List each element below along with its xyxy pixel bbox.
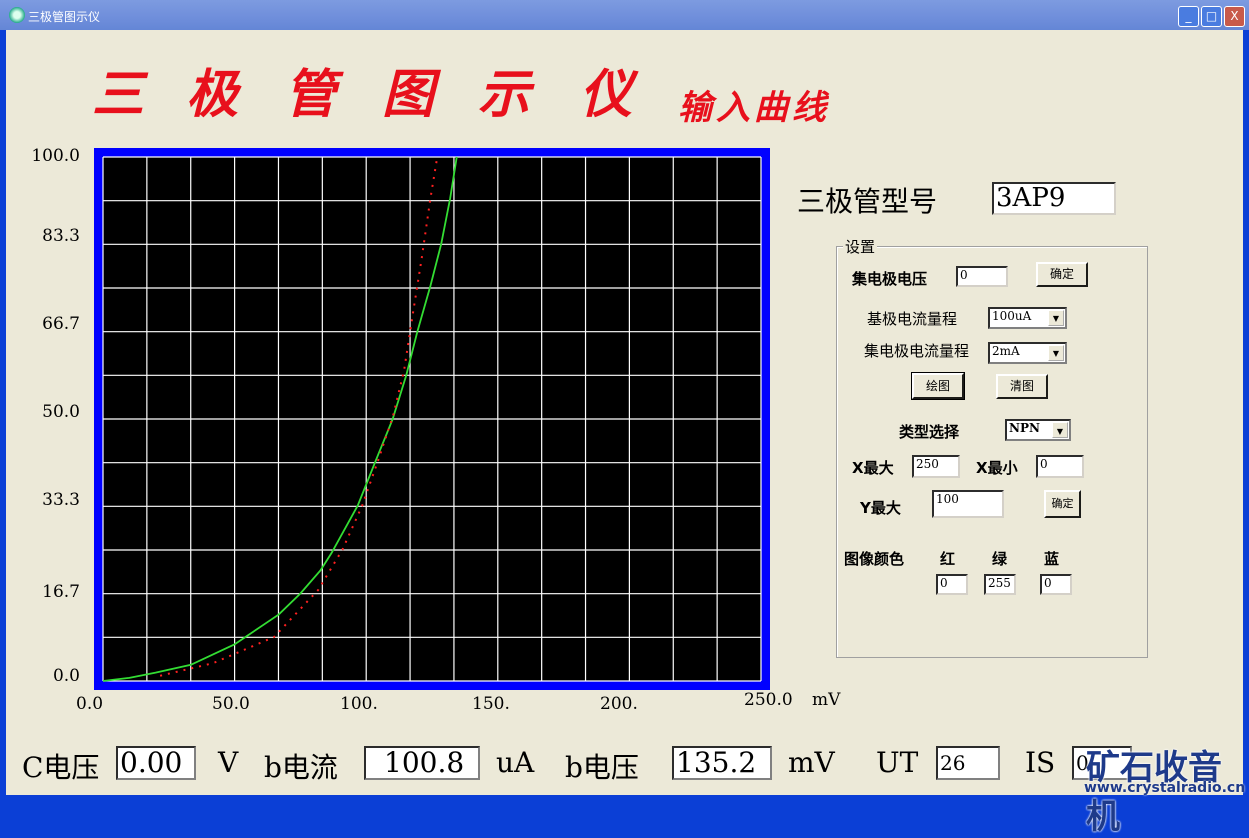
x-max-input[interactable]: 250	[912, 455, 960, 478]
x-unit-label: mV	[812, 690, 841, 710]
y-max-input[interactable]: 100	[932, 490, 1004, 518]
x-max-label: X最大	[852, 459, 894, 477]
base-current-range-label: 基极电流量程	[867, 310, 958, 328]
b-current-unit: uA	[496, 746, 535, 779]
close-button[interactable]: X	[1224, 6, 1245, 27]
watermark-url: www.crystalradio.cn	[1084, 780, 1246, 796]
collector-voltage-input[interactable]: 0	[956, 266, 1008, 287]
subtitle: 输入曲线	[678, 88, 830, 128]
y-tick-label: 0.0	[52, 666, 80, 686]
c-voltage-value[interactable]: 0.00	[116, 746, 196, 780]
y-tick-label: 33.3	[42, 490, 80, 510]
collector-voltage-label: 集电极电压	[852, 270, 928, 288]
collector-current-range-label: 集电极电流量程	[864, 342, 970, 360]
app-icon	[9, 7, 25, 23]
b-current-label: b电流	[264, 751, 338, 784]
chevron-down-icon[interactable]: ▼	[1048, 345, 1064, 361]
green-input[interactable]: 255	[984, 574, 1016, 595]
blue-label: 蓝	[1044, 550, 1060, 568]
b-current-value[interactable]: 100.8	[364, 746, 480, 780]
type-select[interactable]: NPN ▼	[1005, 419, 1071, 441]
title-char: 仪	[580, 64, 633, 125]
blue-input[interactable]: 0	[1040, 574, 1072, 595]
chevron-down-icon[interactable]: ▼	[1048, 310, 1064, 326]
draw-button[interactable]: 绘图	[911, 372, 965, 400]
ut-label: UT	[876, 746, 919, 779]
b-voltage-value[interactable]: 135.2	[672, 746, 772, 780]
base-current-range-select[interactable]: 100uA ▼	[988, 307, 1067, 329]
window-title: 三极管图示仪	[28, 10, 101, 24]
color-label: 图像颜色	[844, 550, 905, 568]
type-value: NPN	[1009, 421, 1040, 435]
title-char: 管	[284, 64, 337, 125]
x-tick-label: 250.0	[744, 690, 793, 710]
x-tick-label: 50.0	[212, 694, 250, 714]
x-tick-label: 150.	[472, 694, 510, 714]
y-tick-label: 50.0	[42, 402, 80, 422]
title-char: 示	[478, 64, 531, 125]
collector-current-range-select[interactable]: 2mA ▼	[988, 342, 1067, 364]
y-tick-label: 83.3	[42, 226, 80, 246]
title-char: 三	[92, 64, 145, 125]
settings-legend: 设置	[843, 236, 878, 257]
base-current-range-value: 100uA	[992, 309, 1032, 323]
curve-chart	[94, 148, 770, 690]
b-voltage-label: b电压	[565, 751, 639, 784]
minimize-button[interactable]: _	[1178, 6, 1199, 27]
y-tick-label: 66.7	[42, 314, 80, 334]
y-max-confirm-button[interactable]: 确定	[1044, 490, 1081, 518]
x-tick-label: 0.0	[76, 694, 104, 714]
title-char: 极	[186, 64, 239, 125]
model-input[interactable]: 3AP9	[992, 182, 1116, 215]
b-voltage-unit: mV	[788, 746, 835, 779]
x-tick-label: 100.	[340, 694, 378, 714]
maximize-button[interactable]: □	[1201, 6, 1222, 27]
red-label: 红	[940, 550, 956, 568]
title-char: 图	[382, 64, 435, 125]
c-voltage-label: C电压	[22, 751, 100, 784]
x-min-input[interactable]: 0	[1036, 455, 1084, 478]
collector-current-range-value: 2mA	[992, 344, 1020, 358]
is-label: IS	[1025, 746, 1056, 779]
green-label: 绿	[992, 550, 1008, 568]
y-max-label: Y最大	[860, 499, 901, 517]
y-tick-label: 100.0	[31, 146, 80, 166]
clear-button[interactable]: 清图	[996, 374, 1048, 399]
x-min-label: X最小	[976, 459, 1018, 477]
c-voltage-unit: V	[218, 746, 239, 779]
ut-input[interactable]: 26	[936, 746, 1000, 780]
model-label: 三极管型号	[797, 185, 938, 218]
red-input[interactable]: 0	[936, 574, 968, 595]
y-tick-label: 16.7	[42, 582, 80, 602]
title-bar: 三极管图示仪 _ □ X	[0, 0, 1249, 30]
type-label: 类型选择	[899, 423, 960, 441]
x-tick-label: 200.	[600, 694, 638, 714]
collector-voltage-confirm-button[interactable]: 确定	[1036, 262, 1088, 287]
chevron-down-icon[interactable]: ▼	[1052, 422, 1068, 438]
